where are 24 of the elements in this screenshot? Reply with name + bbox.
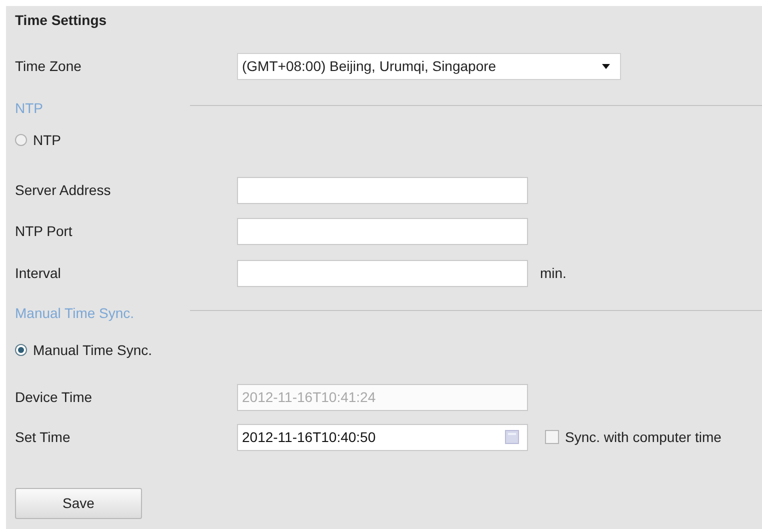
field-label: Interval bbox=[15, 264, 62, 282]
section-heading: Manual Time Sync. bbox=[15, 304, 136, 323]
save-button[interactable]: Save bbox=[15, 488, 142, 518]
radio-option[interactable]: NTP bbox=[15, 130, 61, 150]
input-field[interactable] bbox=[237, 176, 528, 204]
input-field[interactable] bbox=[237, 218, 528, 244]
caret-icon bbox=[602, 64, 610, 68]
time-zone-dropdown[interactable]: (GMT+08:00) Beijing, Urumqi, Singapore bbox=[237, 52, 621, 80]
section-heading: NTP bbox=[15, 98, 44, 118]
calendar-icon[interactable] bbox=[505, 430, 519, 444]
radio-button[interactable] bbox=[15, 134, 27, 146]
checkbox[interactable] bbox=[545, 430, 559, 444]
radio-button[interactable] bbox=[15, 344, 27, 356]
field-label: Time Zone bbox=[15, 56, 82, 76]
field-label: NTP Port bbox=[15, 222, 74, 240]
sync-checkbox-option[interactable]: Sync. with computer time bbox=[545, 426, 722, 448]
panel-title: Time Settings bbox=[15, 10, 107, 30]
unit-label: min. bbox=[540, 264, 566, 282]
input-field[interactable] bbox=[237, 260, 528, 286]
field-label: Set Time bbox=[15, 428, 72, 446]
field-label: Server Address bbox=[15, 180, 112, 200]
field-label: Device Time bbox=[15, 388, 94, 406]
radio-option[interactable]: Manual Time Sync. bbox=[15, 340, 152, 360]
date-time-field[interactable]: 2012-11-16T10:40:50 bbox=[237, 424, 528, 450]
